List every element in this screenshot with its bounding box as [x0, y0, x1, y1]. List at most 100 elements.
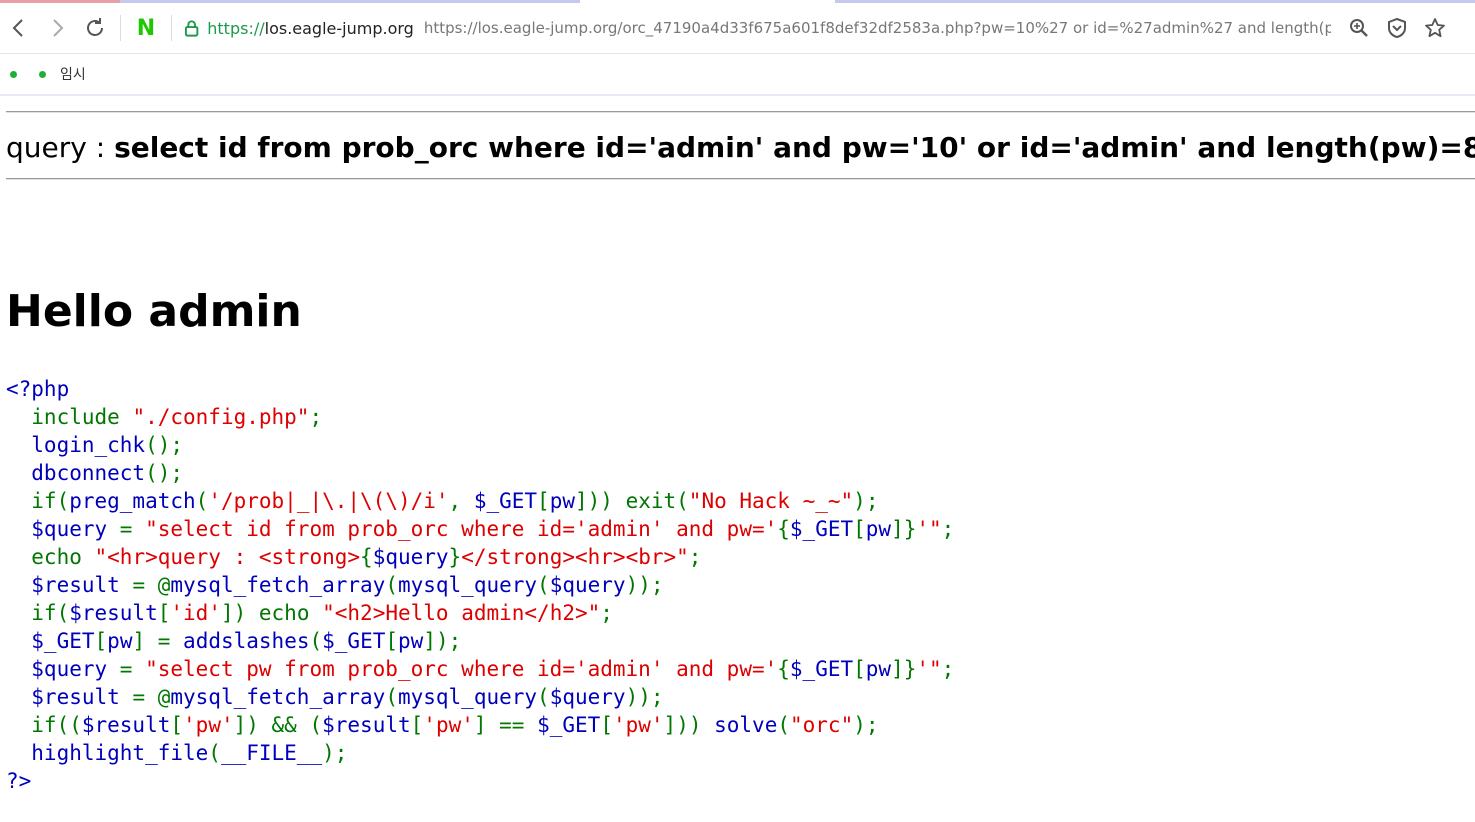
bookmark-item[interactable]: 임시: [39, 64, 86, 84]
code-token: (: [777, 713, 790, 737]
code-line: $result = @mysql_fetch_array(mysql_query…: [6, 571, 954, 599]
address-bar[interactable]: https://los.eagle-jump.org https://los.e…: [178, 8, 1331, 48]
code-token: [: [385, 629, 399, 653]
code-line: if($result['id']) echo "<h2>Hello admin<…: [6, 599, 954, 627]
query-prefix: query :: [6, 131, 115, 164]
query-sql: select id from prob_orc where id='admin'…: [114, 131, 1475, 164]
code-token: if(: [6, 489, 70, 513]
url-host: los.eagle-jump.org: [264, 18, 414, 38]
code-token: '": [916, 517, 942, 541]
url-origin: https://los.eagle-jump.org: [207, 19, 414, 38]
code-token: (: [537, 573, 550, 597]
code-token: {: [360, 545, 373, 569]
code-token: $result: [6, 685, 133, 709]
code-token: ;: [941, 517, 955, 541]
shield-button[interactable]: [1383, 14, 1411, 42]
url-scheme: https://: [207, 18, 265, 38]
code-token: $query: [6, 517, 120, 541]
bookmark-dot-icon: [10, 70, 17, 78]
toolbar-actions: [1331, 14, 1475, 42]
code-token: {: [777, 517, 790, 541]
forward-button[interactable]: [38, 9, 76, 47]
reload-icon: [87, 18, 103, 36]
code-token: "No Hack ~_~": [688, 489, 854, 513]
code-token: = @: [132, 573, 171, 597]
naver-home-button[interactable]: N: [127, 9, 165, 47]
code-token: $_GET: [789, 517, 854, 541]
back-arrow-icon: [12, 19, 23, 37]
reload-button[interactable]: [76, 9, 114, 47]
code-token: dbconnect: [6, 461, 146, 485]
code-token: $query: [549, 685, 626, 709]
code-token: ])) exit(: [575, 489, 689, 513]
code-token: }: [448, 545, 462, 569]
code-token: =: [119, 657, 146, 681]
code-token: );: [853, 713, 879, 737]
star-icon: [1425, 18, 1445, 38]
code-line: echo "<hr>query : <strong>{$query}</stro…: [6, 543, 954, 571]
code-line: if(preg_match('/prob|_|\.|\(\)/i', $_GET…: [6, 487, 954, 515]
bookmark-star-button[interactable]: [1421, 14, 1449, 42]
code-token: $_GET: [473, 489, 538, 513]
code-line: login_chk();: [6, 431, 954, 459]
bookmark-dot-icon: [39, 70, 46, 78]
code-line: dbconnect();: [6, 459, 954, 487]
code-token: ?>: [6, 769, 32, 793]
code-token: [: [853, 517, 866, 541]
code-token: login_chk: [6, 433, 146, 457]
code-token: "select pw from prob_orc where id='admin…: [145, 657, 778, 681]
zoom-icon: [1350, 19, 1368, 37]
code-token: mysql_fetch_array: [170, 685, 386, 709]
back-button[interactable]: [0, 9, 38, 47]
code-token: ,: [448, 489, 474, 513]
code-token: "orc": [790, 713, 854, 737]
code-token: ;: [309, 405, 323, 429]
code-token: <?php: [6, 377, 70, 401]
code-line: $query = "select pw from prob_orc where …: [6, 655, 954, 683]
code-token: (: [537, 685, 550, 709]
bookmark-label: 임시: [60, 67, 86, 83]
code-token: (: [195, 489, 209, 513]
code-token: "<hr>query : <strong>: [94, 545, 361, 569]
bookmark-item[interactable]: [10, 70, 17, 78]
toolbar-separator: [171, 15, 172, 41]
code-token: $query: [549, 573, 626, 597]
code-token: [: [410, 713, 424, 737]
code-token: '": [916, 657, 942, 681]
code-token: (: [385, 573, 398, 597]
lock-icon: [184, 20, 199, 37]
code-token: ;: [941, 657, 955, 681]
code-token: include: [6, 405, 133, 429]
code-token: );: [853, 489, 879, 513]
code-token: if((: [6, 713, 82, 737]
code-token: (: [385, 685, 398, 709]
code-token: ] ==: [473, 713, 538, 737]
code-token: (: [208, 741, 221, 765]
code-token: {: [777, 657, 790, 681]
code-token: ]);: [423, 629, 462, 653]
zoom-button[interactable]: [1345, 14, 1373, 42]
code-token: [: [600, 713, 613, 737]
code-token: ;: [688, 545, 702, 569]
code-token: [: [94, 629, 108, 653]
divider: [6, 178, 1475, 180]
code-token: $_GET: [6, 629, 95, 653]
naver-icon: N: [136, 15, 156, 41]
code-line: <?php: [6, 375, 954, 403]
code-line: $result = @mysql_fetch_array(mysql_query…: [6, 683, 954, 711]
code-token: [: [853, 657, 866, 681]
code-token: 'pw': [423, 713, 474, 737]
code-token: $result: [6, 573, 133, 597]
code-token: [: [170, 713, 184, 737]
browser-toolbar: N https://los.eagle-jump.org https://los…: [0, 3, 1475, 54]
code-token: $result: [69, 601, 158, 625]
url-full-text: https://los.eagle-jump.org/orc_47190a4d3…: [423, 19, 1331, 37]
code-token: 'id': [170, 601, 221, 625]
code-token: ));: [625, 573, 664, 597]
toolbar-separator: [120, 15, 121, 41]
bookmarks-bar: 임시: [0, 54, 1475, 96]
code-token: solve: [714, 713, 778, 737]
code-line: $query = "select id from prob_orc where …: [6, 515, 954, 543]
code-token: mysql_query: [397, 573, 538, 597]
code-line: if(($result['pw']) && ($result['pw'] == …: [6, 711, 954, 739]
